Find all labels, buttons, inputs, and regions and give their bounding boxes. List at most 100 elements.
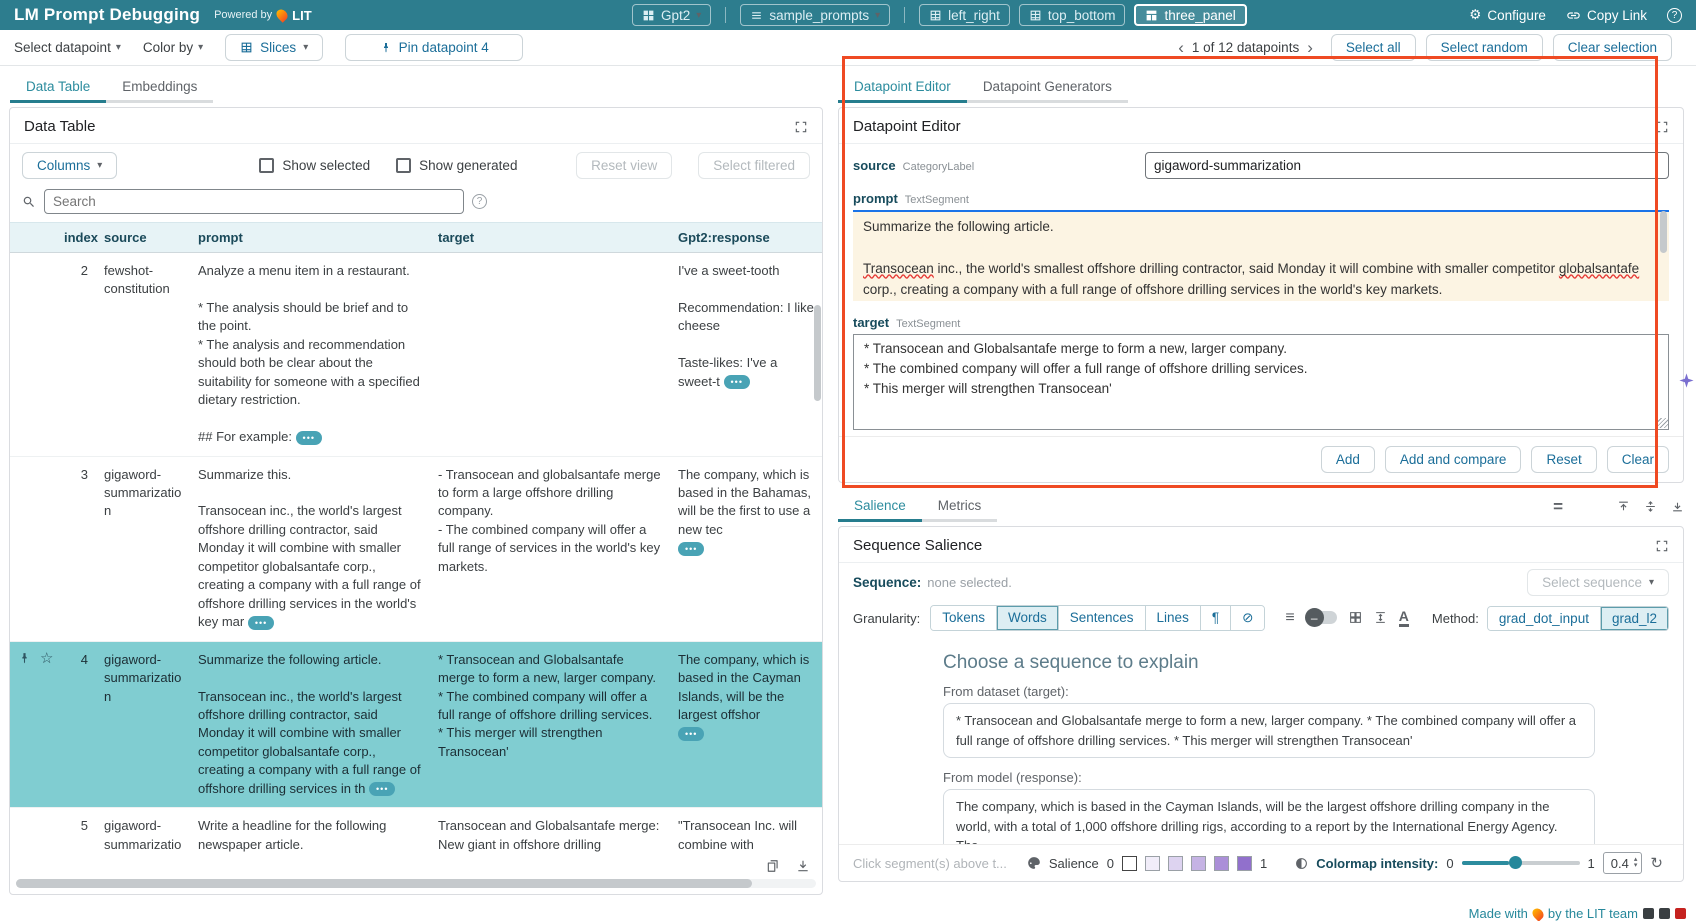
collapse-up-icon[interactable] [1617,500,1630,513]
module-title: Data Table [24,118,95,135]
reset-intensity-icon[interactable]: ↻ [1650,854,1663,872]
collapse-down-icon[interactable] [1671,500,1684,513]
table-row[interactable]: 5 gigaword-summarization Write a headlin… [10,808,822,855]
expand-text-pill[interactable]: ••• [678,542,704,556]
pin-datapoint-button[interactable]: Pin datapoint 4 [345,34,523,61]
target-textarea[interactable]: * Transocean and Globalsantafe merge to … [853,334,1669,430]
tab-datapoint-editor[interactable]: Datapoint Editor [838,72,967,103]
select-all-button[interactable]: Select all [1331,34,1416,61]
text-color-toggle[interactable]: A [1399,609,1409,627]
intensity-stepper[interactable]: 0.4 ▴ ▾ [1603,852,1643,874]
dense-view-icon[interactable]: ≡ [1285,609,1294,627]
from-dataset-option[interactable]: * Transocean and Globalsantafe merge to … [943,703,1595,758]
expand-icon[interactable] [1655,539,1669,553]
select-sequence-button[interactable]: Select sequence ▾ [1527,569,1669,596]
sparkle-icon[interactable] [1678,372,1695,389]
tab-salience[interactable]: Salience [838,491,922,522]
columns-button[interactable]: Columns ▾ [22,152,117,179]
configure-button[interactable]: ⚙ Configure [1469,7,1546,23]
prompt-textarea[interactable]: Summarize the following article. Transoc… [853,210,1669,301]
scrollbar-thumb[interactable] [16,879,752,888]
select-random-button[interactable]: Select random [1426,34,1543,61]
copy-icon[interactable] [766,859,780,873]
model-selector[interactable]: Gpt2 ▾ [632,4,711,26]
lit-flame-icon [1530,906,1546,921]
color-by-dropdown[interactable]: Color by ▾ [143,40,203,55]
granularity-tokens[interactable]: Tokens [931,606,996,630]
resize-handle[interactable] [1658,418,1668,428]
field-name-source: source [853,158,896,173]
column-header[interactable]: target [430,223,670,252]
help-icon[interactable]: ? [1667,8,1682,23]
granularity-paragraph-icon[interactable]: ¶ [1200,606,1230,630]
expand-text-pill[interactable]: ••• [369,782,395,796]
show-selected-checkbox[interactable]: Show selected [259,158,370,173]
previous-datapoint-button[interactable]: ‹ [1178,39,1184,56]
select-filtered-button[interactable]: Select filtered [698,152,810,179]
table-row[interactable]: 2 fewshot-constitution Analyze a menu it… [10,253,822,457]
star-icon[interactable]: ☆ [40,651,53,666]
split-panels-icon[interactable] [1644,500,1657,513]
reset-button[interactable]: Reset [1531,446,1596,473]
layout-three-panel[interactable]: three_panel [1134,4,1246,26]
tab-datapoint-generators[interactable]: Datapoint Generators [967,72,1128,103]
clear-selection-button[interactable]: Clear selection [1553,34,1672,61]
from-model-option[interactable]: The company, which is based in the Cayma… [943,789,1595,844]
vertical-scrollbar[interactable] [814,305,821,401]
dataset-selector[interactable]: sample_prompts ▾ [740,4,890,26]
expand-text-pill[interactable]: ••• [724,375,750,389]
granularity-sentences[interactable]: Sentences [1058,606,1145,630]
clear-button[interactable]: Clear [1607,446,1669,473]
search-input[interactable] [44,189,464,214]
grid-layout-icon[interactable] [1349,611,1362,624]
checkbox-box [396,158,411,173]
reset-view-button[interactable]: Reset view [576,152,672,179]
sequence-value: none selected. [927,575,1012,590]
method-grad-dot-input[interactable]: grad_dot_input [1488,607,1600,630]
granularity-words[interactable]: Words [996,606,1058,630]
method-grad-l2[interactable]: grad_l2 [1600,607,1668,630]
column-header[interactable]: source [96,223,190,252]
expand-icon[interactable] [1655,120,1669,134]
select-datapoint-dropdown[interactable]: Select datapoint ▾ [14,40,121,55]
layout-top-bottom[interactable]: top_bottom [1019,4,1126,26]
expand-icon[interactable] [794,120,808,134]
expand-text-pill[interactable]: ••• [678,727,704,741]
colormap-intensity-slider[interactable] [1462,861,1580,865]
vertical-align-icon[interactable] [1374,611,1387,624]
slider-thumb[interactable] [1509,856,1522,869]
table-header-row: index source prompt target Gpt2:response [10,222,822,253]
show-generated-checkbox[interactable]: Show generated [396,158,517,173]
download-icon[interactable] [796,859,810,873]
add-and-compare-button[interactable]: Add and compare [1385,446,1522,473]
column-header[interactable]: prompt [190,223,430,252]
salience-swatch [1237,856,1252,871]
drag-handle-icon[interactable]: = [1553,497,1563,517]
step-down-icon[interactable]: ▾ [1634,863,1638,869]
method-label: Method: [1432,611,1479,626]
source-input[interactable] [1145,152,1669,179]
column-header[interactable]: Gpt2:response [670,223,822,252]
prompt-scrollbar[interactable] [1660,211,1667,253]
chevron-down-icon: ▾ [97,160,102,171]
granularity-lines[interactable]: Lines [1145,606,1200,630]
granularity-none-icon[interactable]: ⊘ [1230,606,1264,630]
next-datapoint-button[interactable]: › [1307,39,1313,56]
display-toggle[interactable]: – [1307,611,1337,624]
column-header[interactable]: index [56,223,96,252]
layout-left-right[interactable]: left_right [919,4,1010,26]
slices-button[interactable]: Slices ▾ [225,34,323,61]
expand-text-pill[interactable]: ••• [296,431,322,445]
pinned-icon[interactable] [18,651,31,666]
tab-embeddings[interactable]: Embeddings [106,72,213,103]
tab-metrics[interactable]: Metrics [922,491,998,522]
lit-brand: LIT [292,8,312,23]
copy-link-button[interactable]: Copy Link [1566,8,1647,23]
horizontal-scrollbar[interactable] [16,879,816,888]
tab-data-table[interactable]: Data Table [10,72,106,103]
table-row[interactable]: 3 gigaword-summarization Summarize this.… [10,457,822,642]
three-panel-icon [1145,9,1158,22]
add-button[interactable]: Add [1321,446,1375,473]
table-row-selected[interactable]: ☆ 4 gigaword-summarization Summarize the… [10,642,822,809]
expand-text-pill[interactable]: ••• [248,616,274,630]
